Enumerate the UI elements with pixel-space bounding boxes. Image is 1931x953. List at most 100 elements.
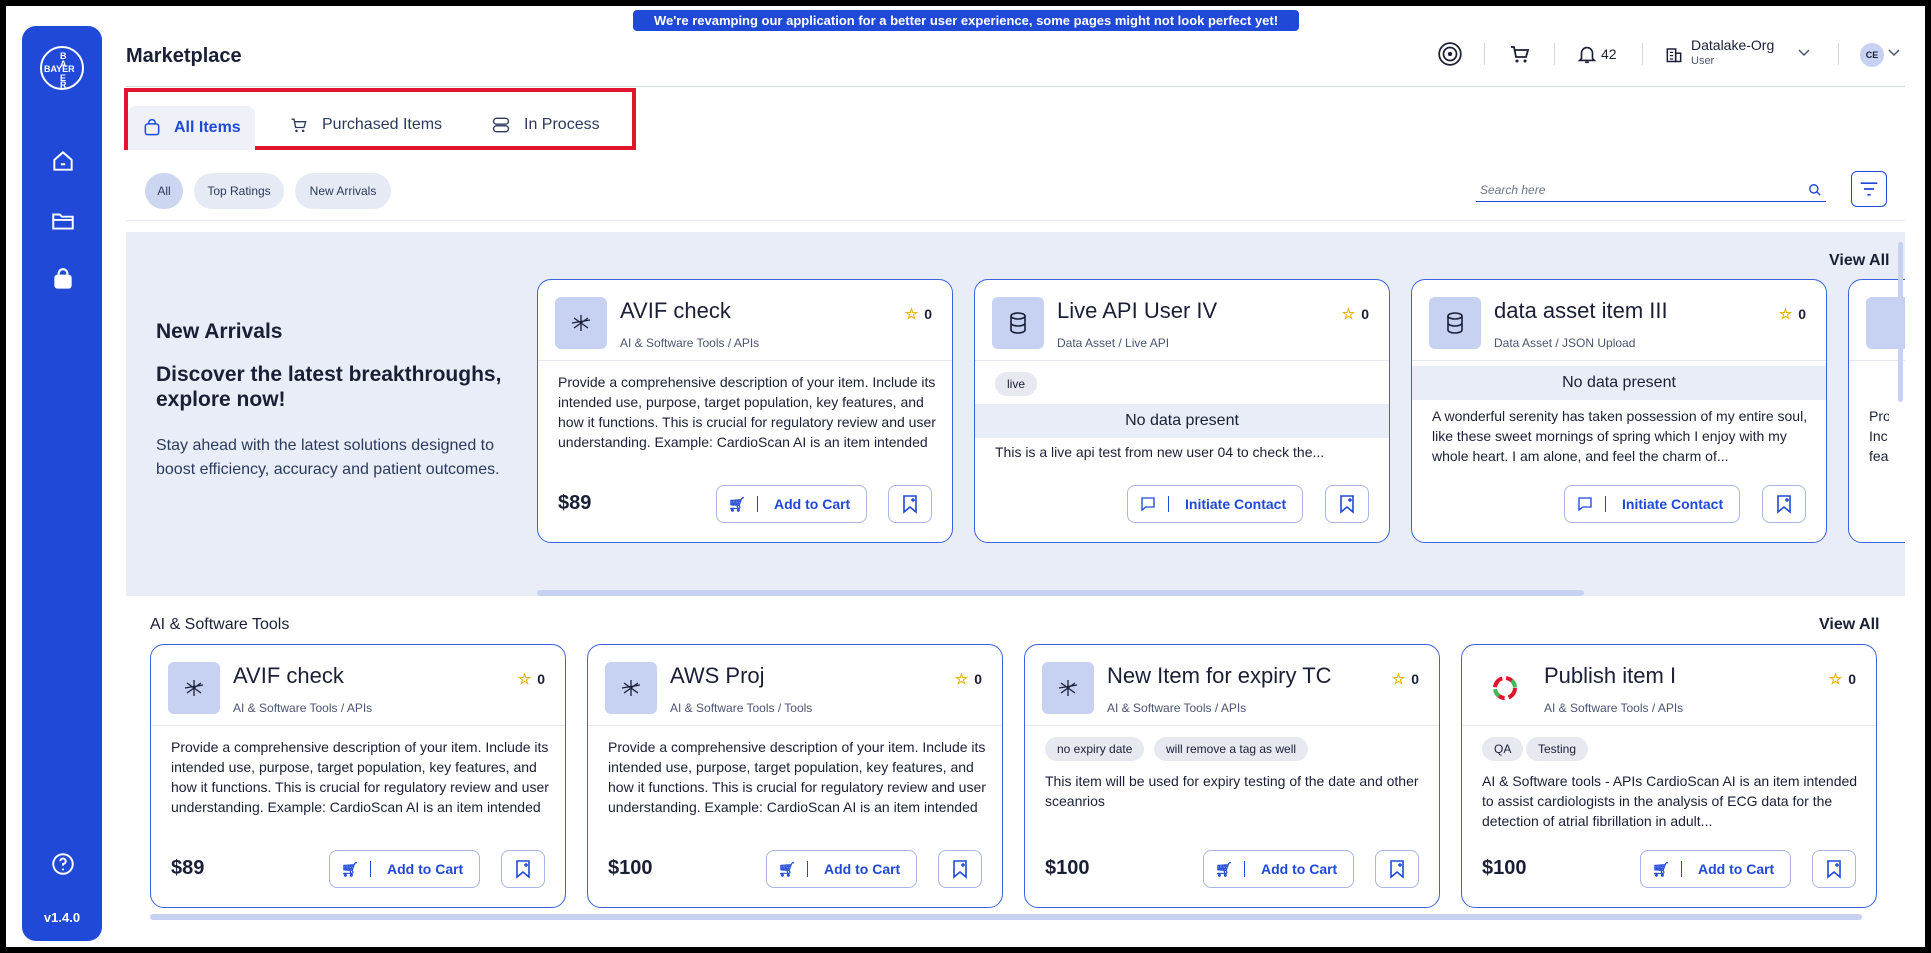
button-label: Add to Cart: [1698, 861, 1775, 877]
product-thumbnail: [605, 662, 657, 714]
star-icon: ☆: [1778, 306, 1793, 323]
bookmark-button[interactable]: [1375, 850, 1419, 888]
announcement-banner: We're revamping our application for a be…: [633, 10, 1299, 31]
bookmark-button[interactable]: [1325, 485, 1369, 523]
network-icon: [1058, 680, 1078, 696]
cart-plus-icon: 🛒︎: [341, 860, 359, 877]
product-description: A wonderful serenity has taken possessio…: [1432, 408, 1808, 464]
sidebar: B A BAYER E R v1.4.0: [22, 26, 102, 941]
product-title[interactable]: Live API User IV: [1057, 298, 1217, 324]
tag-chip: no expiry date: [1045, 737, 1145, 761]
settings-wheel-icon[interactable]: [1437, 41, 1463, 67]
folder-icon[interactable]: [50, 208, 76, 234]
button-label: Initiate Contact: [1185, 496, 1287, 512]
initiate-contact-button[interactable]: Initiate Contact: [1564, 485, 1741, 523]
filter-chip-top-ratings[interactable]: Top Ratings: [194, 173, 284, 209]
bookmark-button[interactable]: [938, 850, 982, 888]
product-category: AI & Software Tools / APIs: [1107, 701, 1247, 715]
card-divider: [588, 725, 1002, 726]
add-to-cart-button[interactable]: 🛒︎ Add to Cart: [1640, 850, 1792, 888]
bookmark-button[interactable]: [1762, 485, 1806, 523]
filter-chip-new-arrivals[interactable]: New Arrivals: [295, 173, 391, 209]
bookmark-button[interactable]: [1812, 850, 1856, 888]
filter-button[interactable]: [1851, 171, 1887, 207]
cart-icon[interactable]: [1508, 42, 1532, 66]
product-card[interactable]: data asset item III Data Asset / JSON Up…: [1411, 279, 1827, 543]
rating-value: 0: [1798, 306, 1806, 322]
initiate-contact-button[interactable]: Initiate Contact: [1127, 485, 1304, 523]
header-divider-line: [126, 86, 1905, 87]
home-icon[interactable]: [50, 148, 76, 174]
search-icon[interactable]: [1808, 183, 1822, 197]
product-description: AI & Software tools - APIs CardioScan AI…: [1482, 773, 1858, 829]
view-all-link[interactable]: View All: [1829, 252, 1889, 270]
product-card[interactable]: AWS Proj AI & Software Tools / Tools ☆ 0 …: [587, 644, 1003, 908]
product-title[interactable]: data asset item III: [1494, 298, 1668, 324]
product-description: Provide a comprehensive description of y…: [558, 374, 936, 450]
tab-label: In Process: [524, 116, 600, 133]
product-category: Data Asset / JSON Upload: [1494, 336, 1636, 350]
chat-icon: [1565, 495, 1605, 513]
marketplace-bag-icon[interactable]: [50, 267, 76, 293]
product-price: $100: [608, 857, 653, 879]
product-thumbnail: [1429, 297, 1481, 349]
bag-icon: [144, 119, 160, 136]
product-description: This is a live api test from new user 04…: [995, 444, 1325, 460]
org-name[interactable]: Datalake-Org: [1691, 37, 1774, 53]
tabs-highlight-box: All Items Purchased Items In Process: [124, 88, 636, 150]
product-title[interactable]: AWS Proj: [670, 663, 765, 689]
bookmark-button[interactable]: [501, 850, 545, 888]
tab-all-items[interactable]: All Items: [128, 106, 255, 150]
horizontal-scrollbar[interactable]: [150, 914, 1862, 920]
rating-value: 0: [1848, 671, 1856, 687]
product-card[interactable]: AVIF check AI & Software Tools / APIs ☆ 0…: [150, 644, 566, 908]
vertical-scrollbar[interactable]: [1898, 242, 1903, 402]
star-icon: ☆: [1341, 306, 1356, 323]
bell-icon[interactable]: [1576, 42, 1598, 66]
header-divider: [1554, 43, 1555, 65]
tab-purchased-items[interactable]: Purchased Items: [288, 107, 442, 143]
process-icon: [492, 117, 510, 133]
product-title[interactable]: AVIF check: [620, 298, 731, 324]
bayer-logo[interactable]: B A BAYER E R: [40, 46, 84, 90]
star-icon: ☆: [954, 671, 969, 688]
rating-value: 0: [974, 671, 982, 687]
chat-icon: [1128, 495, 1168, 513]
search-input[interactable]: Search here: [1476, 178, 1826, 202]
bookmark-plus-icon: [1390, 860, 1404, 879]
add-to-cart-button[interactable]: 🛒︎ Add to Cart: [1203, 850, 1355, 888]
product-card[interactable]: New Item for expiry TC AI & Software Too…: [1024, 644, 1440, 908]
add-to-cart-button[interactable]: 🛒︎ Add to Cart: [329, 850, 481, 888]
bookmark-plus-icon: [1827, 860, 1841, 879]
add-to-cart-button[interactable]: 🛒︎ Add to Cart: [766, 850, 918, 888]
network-icon: [621, 680, 641, 696]
bookmark-button[interactable]: [888, 485, 932, 523]
product-thumbnail: [992, 297, 1044, 349]
bookmark-plus-icon: [516, 860, 530, 879]
product-title[interactable]: New Item for expiry TC: [1107, 663, 1332, 689]
chevron-down-icon[interactable]: [1888, 48, 1900, 58]
product-card[interactable]: Publish item I AI & Software Tools / API…: [1461, 644, 1877, 908]
help-icon[interactable]: [50, 851, 76, 877]
bookmark-plus-icon: [903, 495, 917, 514]
avatar[interactable]: CE: [1860, 43, 1884, 67]
no-data-notice: No data present: [975, 404, 1389, 438]
header-divider: [1484, 43, 1485, 65]
product-card[interactable]: Live API User IV Data Asset / Live API ☆…: [974, 279, 1390, 543]
star-icon: ☆: [1391, 671, 1406, 688]
product-card[interactable]: AVIF check AI & Software Tools / APIs ☆ 0…: [537, 279, 953, 543]
product-description: Provide a comprehensive description of y…: [171, 739, 549, 815]
horizontal-scrollbar[interactable]: [537, 590, 1584, 596]
view-all-link[interactable]: View All: [1819, 616, 1879, 634]
product-title[interactable]: AVIF check: [233, 663, 344, 689]
product-card-partial[interactable]: Pro Inc fea: [1848, 279, 1905, 543]
product-title[interactable]: Publish item I: [1544, 663, 1676, 689]
button-label: Initiate Contact: [1622, 496, 1724, 512]
add-to-cart-button[interactable]: 🛒︎ Add to Cart: [716, 485, 868, 523]
tab-in-process[interactable]: In Process: [490, 107, 600, 143]
chevron-down-icon[interactable]: [1798, 48, 1810, 58]
tab-label: All Items: [174, 119, 241, 136]
filter-chip-all[interactable]: All: [145, 173, 183, 209]
product-price: $100: [1482, 857, 1527, 879]
button-label: Add to Cart: [774, 496, 851, 512]
